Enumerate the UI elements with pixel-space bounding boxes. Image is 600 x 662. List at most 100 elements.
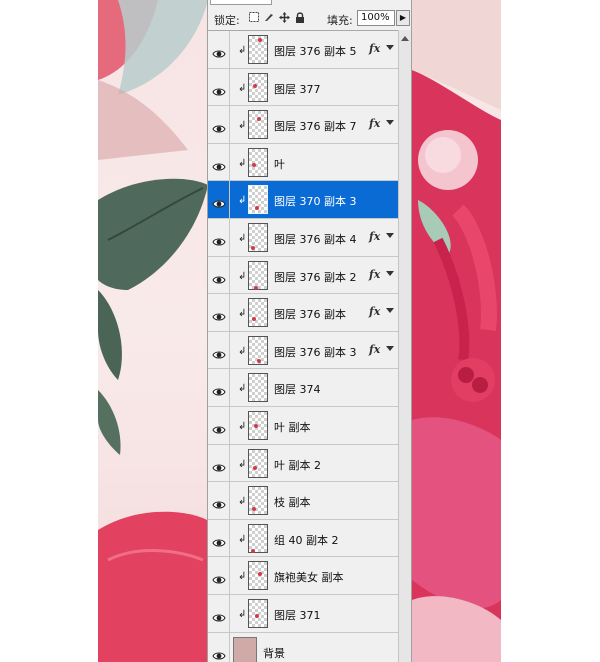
layer-row[interactable]: ↲ 叶 bbox=[208, 143, 398, 182]
scroll-up-arrow-icon[interactable] bbox=[401, 36, 409, 41]
layer-effects-icon[interactable]: fx bbox=[369, 230, 380, 243]
fill-opacity-input[interactable]: 100% bbox=[357, 10, 395, 26]
eye-icon[interactable] bbox=[212, 420, 226, 434]
eye-icon[interactable] bbox=[212, 646, 226, 659]
eye-icon[interactable] bbox=[212, 270, 226, 284]
layer-name: 枝 副本 bbox=[274, 496, 311, 510]
layer-row[interactable]: ↲ 图层 376 副本 2 fx bbox=[208, 256, 398, 295]
visibility-toggle[interactable] bbox=[208, 106, 230, 143]
visibility-toggle[interactable] bbox=[208, 331, 230, 369]
layer-thumbnail[interactable] bbox=[248, 561, 268, 591]
layer-row[interactable]: ↲ 图层 371 bbox=[208, 594, 398, 633]
layer-row[interactable]: ↲ 叶 副本 2 bbox=[208, 444, 398, 483]
effects-expand-arrow-icon[interactable] bbox=[386, 45, 394, 50]
visibility-toggle[interactable] bbox=[208, 181, 230, 218]
layer-thumbnail[interactable] bbox=[248, 72, 268, 102]
visibility-toggle[interactable] bbox=[208, 557, 230, 594]
lock-all-icon[interactable] bbox=[294, 12, 306, 24]
visibility-toggle[interactable] bbox=[208, 632, 230, 662]
layer-row[interactable]: ↲ 枝 副本 bbox=[208, 482, 398, 520]
layer-effects-icon[interactable]: fx bbox=[369, 305, 380, 318]
layer-thumbnail[interactable] bbox=[248, 147, 268, 177]
visibility-toggle[interactable] bbox=[208, 444, 230, 482]
layer-row[interactable]: ↲ 图层 376 副本 7 fx bbox=[208, 106, 398, 144]
layer-name: 图层 376 副本 bbox=[274, 308, 346, 322]
clipping-mask-icon: ↲ bbox=[238, 608, 247, 620]
thumbnail-content-mark bbox=[251, 548, 255, 553]
effects-expand-arrow-icon[interactable] bbox=[386, 308, 394, 314]
layer-effects-icon[interactable]: fx bbox=[369, 268, 380, 281]
layer-effects-icon[interactable]: fx bbox=[369, 42, 380, 55]
thumbnail-content-mark bbox=[254, 423, 258, 428]
layer-thumbnail[interactable] bbox=[248, 486, 268, 516]
visibility-toggle[interactable] bbox=[208, 68, 230, 106]
visibility-toggle[interactable] bbox=[208, 406, 230, 444]
visibility-toggle[interactable] bbox=[208, 31, 230, 68]
visibility-toggle[interactable] bbox=[208, 519, 230, 557]
eye-icon[interactable] bbox=[212, 157, 226, 171]
layer-row[interactable]: ↲ 图层 376 副本 5 fx bbox=[208, 31, 398, 69]
layer-thumbnail[interactable] bbox=[248, 523, 268, 553]
eye-icon[interactable] bbox=[212, 119, 226, 133]
eye-icon[interactable] bbox=[212, 82, 226, 96]
layer-thumbnail[interactable] bbox=[248, 373, 268, 403]
layers-scrollbar[interactable] bbox=[398, 30, 411, 662]
eye-icon[interactable] bbox=[212, 608, 226, 622]
lock-image-pixels-icon[interactable] bbox=[263, 12, 275, 24]
layer-thumbnail[interactable] bbox=[248, 35, 268, 64]
visibility-toggle[interactable] bbox=[208, 294, 230, 331]
clipping-mask-icon: ↲ bbox=[238, 308, 247, 320]
layer-row[interactable]: ↲ 图层 376 副本 3 fx bbox=[208, 331, 398, 370]
layer-thumbnail[interactable] bbox=[248, 185, 268, 215]
eye-icon[interactable] bbox=[212, 495, 226, 509]
layer-row[interactable]: ↲ 图层 376 副本 4 fx bbox=[208, 218, 398, 257]
visibility-toggle[interactable] bbox=[208, 256, 230, 294]
layer-name: 图层 376 副本 2 bbox=[274, 270, 357, 284]
layer-thumbnail[interactable] bbox=[248, 410, 268, 440]
layer-thumbnail[interactable] bbox=[248, 448, 268, 478]
layer-thumbnail[interactable] bbox=[248, 110, 268, 140]
eye-icon[interactable] bbox=[212, 382, 226, 396]
effects-expand-arrow-icon[interactable] bbox=[386, 345, 394, 351]
layer-thumbnail[interactable] bbox=[233, 636, 257, 662]
layer-thumbnail[interactable] bbox=[248, 298, 268, 328]
visibility-toggle[interactable] bbox=[208, 143, 230, 181]
visibility-toggle[interactable] bbox=[208, 594, 230, 632]
layer-thumbnail[interactable] bbox=[248, 598, 268, 628]
eye-icon[interactable] bbox=[212, 345, 226, 359]
layer-row[interactable]: 背景 bbox=[208, 632, 398, 662]
effects-expand-arrow-icon[interactable] bbox=[386, 120, 394, 126]
layer-thumbnail[interactable] bbox=[248, 335, 268, 365]
effects-expand-arrow-icon[interactable] bbox=[386, 270, 394, 276]
visibility-toggle[interactable] bbox=[208, 218, 230, 256]
layer-effects-icon[interactable]: fx bbox=[369, 343, 380, 356]
layer-row[interactable]: ↲ 图层 374 bbox=[208, 369, 398, 407]
eye-icon[interactable] bbox=[212, 570, 226, 584]
effects-expand-arrow-icon[interactable] bbox=[386, 232, 394, 238]
visibility-toggle[interactable] bbox=[208, 482, 230, 519]
thumbnail-content-mark bbox=[257, 117, 261, 122]
layer-row[interactable]: ↲ 图层 370 副本 3 bbox=[208, 181, 398, 219]
eye-icon[interactable] bbox=[212, 458, 226, 472]
lock-position-icon[interactable] bbox=[278, 12, 290, 24]
layer-row[interactable]: ↲ 图层 377 bbox=[208, 68, 398, 107]
layer-row[interactable]: ↲ 组 40 副本 2 bbox=[208, 519, 398, 558]
eye-icon[interactable] bbox=[212, 307, 226, 321]
layer-thumbnail[interactable] bbox=[248, 222, 268, 252]
fill-slider-toggle[interactable]: ▶ bbox=[396, 10, 410, 26]
layer-name: 叶 副本 bbox=[274, 420, 311, 434]
lock-transparent-pixels-icon[interactable] bbox=[248, 12, 260, 24]
thumbnail-content-mark bbox=[255, 206, 259, 211]
layer-row[interactable]: ↲ 旗袍美女 副本 bbox=[208, 557, 398, 595]
layer-row[interactable]: ↲ 图层 376 副本 fx bbox=[208, 294, 398, 332]
eye-icon[interactable] bbox=[212, 232, 226, 246]
eye-icon[interactable] bbox=[212, 44, 226, 58]
eye-icon[interactable] bbox=[212, 194, 226, 208]
visibility-toggle[interactable] bbox=[208, 369, 230, 406]
layer-thumbnail[interactable] bbox=[248, 260, 268, 290]
layer-effects-icon[interactable]: fx bbox=[369, 117, 380, 130]
eye-icon[interactable] bbox=[212, 533, 226, 547]
layer-row[interactable]: ↲ 叶 副本 bbox=[208, 406, 398, 445]
layer-name: 叶 bbox=[274, 157, 285, 171]
clipping-mask-icon: ↲ bbox=[238, 195, 247, 207]
